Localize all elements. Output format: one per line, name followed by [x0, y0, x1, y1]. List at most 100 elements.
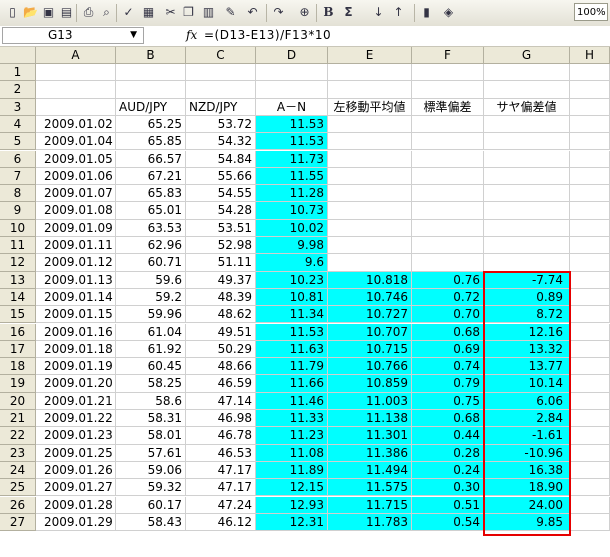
- column-header-c[interactable]: C: [186, 47, 256, 64]
- empty-cell[interactable]: [570, 496, 610, 514]
- value-cell[interactable]: 11.46: [256, 392, 328, 410]
- row-header[interactable]: 12: [0, 254, 36, 272]
- row-header[interactable]: 24: [0, 461, 36, 480]
- value-cell[interactable]: 65.85: [116, 133, 186, 151]
- value-cell[interactable]: 11.73: [256, 150, 328, 168]
- value-cell[interactable]: [412, 237, 484, 255]
- value-cell[interactable]: [484, 150, 570, 168]
- row-header[interactable]: 15: [0, 306, 36, 324]
- sort-asc-icon[interactable]: ↓: [370, 4, 387, 21]
- format-painter-icon[interactable]: ✎: [222, 4, 239, 21]
- empty-cell[interactable]: [570, 461, 610, 480]
- value-cell[interactable]: [328, 219, 412, 237]
- value-cell[interactable]: 65.83: [116, 185, 186, 203]
- value-cell[interactable]: [328, 133, 412, 151]
- value-cell[interactable]: 59.2: [116, 288, 186, 307]
- value-cell[interactable]: 61.04: [116, 323, 186, 341]
- empty-cell[interactable]: [570, 202, 610, 220]
- value-cell[interactable]: 11.715: [328, 496, 412, 514]
- empty-cell[interactable]: [570, 479, 610, 497]
- value-cell[interactable]: 54.32: [186, 133, 256, 151]
- value-cell[interactable]: 11.53: [256, 323, 328, 341]
- value-cell[interactable]: 11.386: [328, 444, 412, 462]
- column-title-cell[interactable]: 左移動平均値: [328, 98, 412, 116]
- row-header[interactable]: 6: [0, 150, 36, 168]
- column-title-cell[interactable]: [36, 98, 116, 116]
- drawing-icon[interactable]: ◈: [440, 4, 457, 21]
- date-cell[interactable]: 2009.01.12: [36, 254, 116, 272]
- value-cell[interactable]: 12.16: [484, 323, 570, 341]
- date-cell[interactable]: 2009.01.09: [36, 219, 116, 237]
- value-cell[interactable]: 0.79: [412, 375, 484, 393]
- value-cell[interactable]: 46.78: [186, 427, 256, 445]
- date-cell[interactable]: 2009.01.07: [36, 185, 116, 203]
- value-cell[interactable]: 12.15: [256, 479, 328, 497]
- value-cell[interactable]: [328, 185, 412, 203]
- value-cell[interactable]: 11.08: [256, 444, 328, 462]
- value-cell[interactable]: 0.69: [412, 340, 484, 359]
- empty-cell[interactable]: [570, 340, 610, 359]
- column-title-cell[interactable]: A－N: [256, 98, 328, 116]
- row-header[interactable]: 26: [0, 496, 36, 514]
- value-cell[interactable]: [256, 64, 328, 82]
- empty-cell[interactable]: [570, 133, 610, 151]
- value-cell[interactable]: 10.859: [328, 375, 412, 393]
- redo-icon[interactable]: ↷: [270, 4, 287, 21]
- empty-cell[interactable]: [570, 444, 610, 462]
- value-cell[interactable]: 57.61: [116, 444, 186, 462]
- date-cell[interactable]: 2009.01.25: [36, 444, 116, 462]
- column-title-cell[interactable]: サヤ偏差値: [484, 98, 570, 116]
- value-cell[interactable]: 6.06: [484, 392, 570, 410]
- value-cell[interactable]: [328, 167, 412, 186]
- value-cell[interactable]: 58.31: [116, 410, 186, 428]
- row-header[interactable]: 23: [0, 444, 36, 462]
- date-cell[interactable]: 2009.01.23: [36, 427, 116, 445]
- value-cell[interactable]: [412, 167, 484, 186]
- select-all-corner[interactable]: [0, 47, 36, 64]
- empty-cell[interactable]: [570, 254, 610, 272]
- empty-cell[interactable]: [570, 358, 610, 376]
- value-cell[interactable]: [328, 237, 412, 255]
- empty-cell[interactable]: [570, 115, 610, 134]
- row-header[interactable]: 4: [0, 115, 36, 134]
- column-header-h[interactable]: H: [570, 47, 610, 64]
- value-cell[interactable]: 10.23: [256, 271, 328, 289]
- date-cell[interactable]: [36, 81, 116, 99]
- hyperlink-icon[interactable]: ⊕: [296, 4, 313, 21]
- value-cell[interactable]: 11.575: [328, 479, 412, 497]
- name-box[interactable]: G13 ▼: [2, 27, 144, 44]
- value-cell[interactable]: 10.746: [328, 288, 412, 307]
- row-header[interactable]: 14: [0, 288, 36, 307]
- value-cell[interactable]: 51.11: [186, 254, 256, 272]
- row-header[interactable]: 25: [0, 479, 36, 497]
- value-cell[interactable]: [484, 237, 570, 255]
- date-cell[interactable]: [36, 64, 116, 82]
- value-cell[interactable]: 13.32: [484, 340, 570, 359]
- column-title-cell[interactable]: AUD/JPY: [116, 98, 186, 116]
- value-cell[interactable]: [412, 219, 484, 237]
- value-cell[interactable]: 48.66: [186, 358, 256, 376]
- undo-icon[interactable]: ↶: [244, 4, 261, 21]
- value-cell[interactable]: 11.89: [256, 461, 328, 480]
- date-cell[interactable]: 2009.01.04: [36, 133, 116, 151]
- value-cell[interactable]: 53.72: [186, 115, 256, 134]
- value-cell[interactable]: 54.28: [186, 202, 256, 220]
- value-cell[interactable]: [412, 64, 484, 82]
- value-cell[interactable]: 24.00: [484, 496, 570, 514]
- value-cell[interactable]: 9.6: [256, 254, 328, 272]
- value-cell[interactable]: 0.76: [412, 271, 484, 289]
- research-icon[interactable]: ▦: [140, 4, 157, 21]
- value-cell[interactable]: [412, 150, 484, 168]
- formula-input[interactable]: =(D13-E13)/F13*10: [204, 28, 331, 42]
- row-header[interactable]: 1: [0, 64, 36, 82]
- value-cell[interactable]: 60.45: [116, 358, 186, 376]
- value-cell[interactable]: 9.98: [256, 237, 328, 255]
- value-cell[interactable]: 10.81: [256, 288, 328, 307]
- value-cell[interactable]: [484, 64, 570, 82]
- value-cell[interactable]: [484, 202, 570, 220]
- value-cell[interactable]: 2.84: [484, 410, 570, 428]
- value-cell[interactable]: 0.68: [412, 410, 484, 428]
- empty-cell[interactable]: [570, 98, 610, 116]
- value-cell[interactable]: 0.54: [412, 513, 484, 532]
- value-cell[interactable]: 49.37: [186, 271, 256, 289]
